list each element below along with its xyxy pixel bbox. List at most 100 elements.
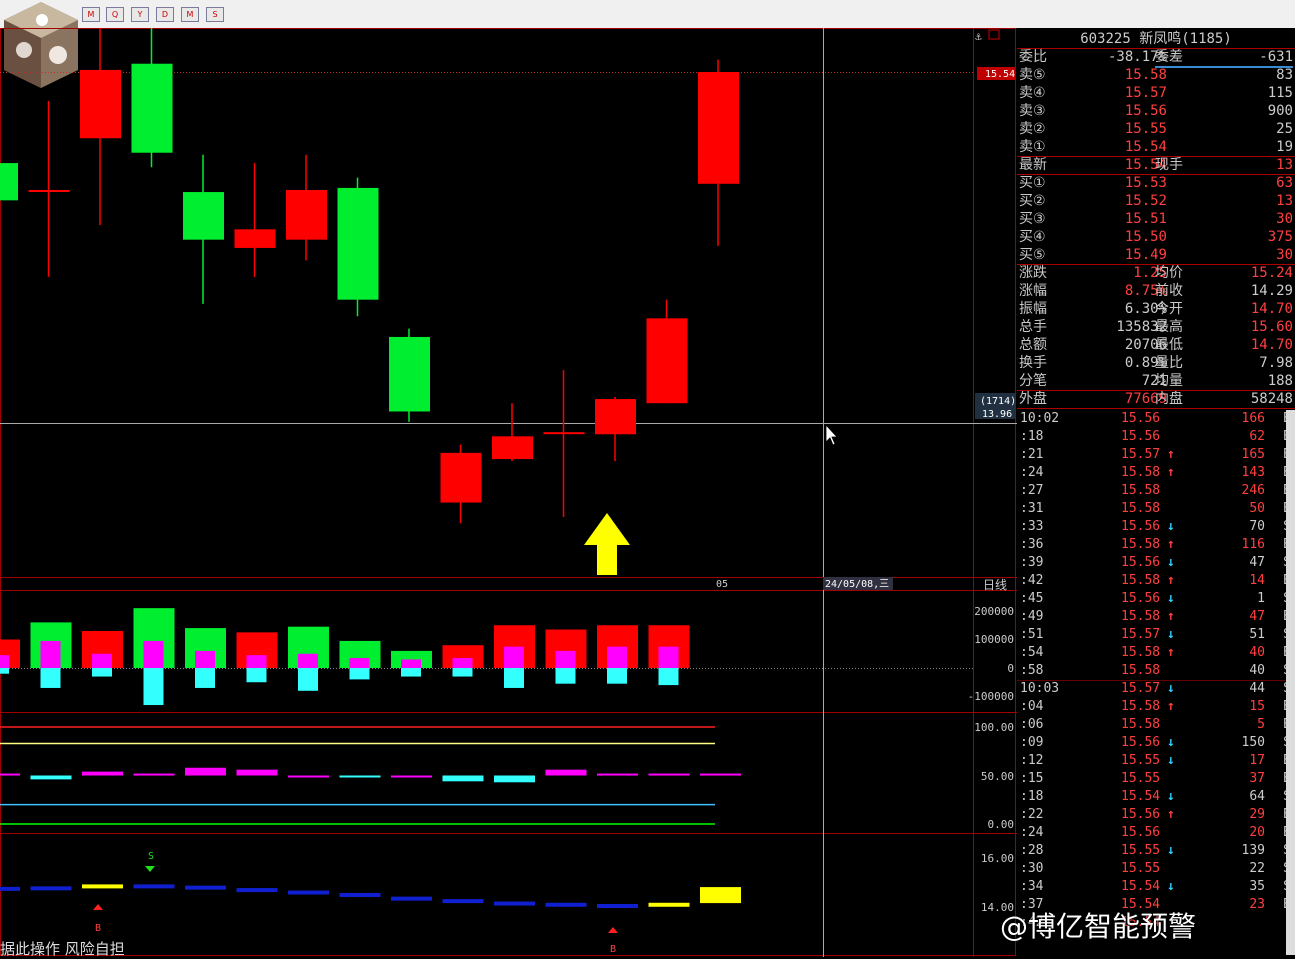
volume-neg-bar	[143, 668, 164, 706]
buy-label: 买①	[1019, 175, 1046, 191]
anchor-icon[interactable]: ⚓	[974, 30, 982, 43]
volume-sub-bar	[658, 646, 679, 668]
stat-label: 量比	[1155, 355, 1183, 371]
tick-volume: 37	[1249, 771, 1265, 786]
buy-volume: 375	[1267, 229, 1293, 245]
ind-tick: 100.00	[974, 721, 1014, 734]
stat-label: 均价	[1155, 265, 1183, 281]
osc-bar	[442, 775, 484, 782]
weibi-row: 委比 -38.17% 委差 -631	[1017, 48, 1295, 66]
osc-bar	[339, 775, 381, 778]
tick-price: 15.57	[1121, 447, 1161, 462]
toolbar-button[interactable]: Y	[131, 7, 149, 22]
period-label[interactable]: 日线	[983, 578, 1007, 592]
tick-row: :3315.56↓70S	[1017, 518, 1295, 536]
tick-price: 15.54	[1121, 879, 1161, 894]
tick-row: :2815.55↓139S	[1017, 842, 1295, 860]
candle-body	[440, 452, 482, 503]
signal-s-icon	[145, 866, 155, 872]
stat-row: 换手 0.89% 量比 7.98	[1017, 354, 1295, 372]
sell-volume: 19	[1276, 139, 1293, 155]
tick-time: :24	[1020, 465, 1044, 480]
tick-volume: 14	[1249, 573, 1265, 588]
top-toolbar: M Q Y D M S	[0, 0, 1295, 28]
tick-price: 15.58	[1121, 537, 1161, 552]
toolbar-button[interactable]: M	[181, 7, 199, 22]
lower-bar	[82, 884, 123, 889]
volume-neg-bar	[195, 668, 215, 688]
candle-body	[28, 189, 70, 192]
osc-bar	[0, 773, 20, 776]
tick-price: 15.58	[1121, 501, 1161, 516]
toolbar-button[interactable]: Q	[106, 7, 124, 22]
tick-arrow: ↓	[1167, 681, 1175, 696]
chart-frames	[0, 28, 1017, 957]
toolbar-button[interactable]: D	[156, 7, 174, 22]
toolbar-button[interactable]: S	[206, 7, 224, 22]
tick-price: 15.58	[1121, 663, 1161, 678]
window-icon[interactable]	[988, 29, 1000, 40]
sell-row: 卖① 15.54 19	[1017, 138, 1295, 156]
candle-body	[0, 163, 18, 201]
volume-neg-bar	[40, 668, 61, 688]
candle-body	[543, 432, 585, 435]
out-label: 外盘	[1019, 391, 1047, 407]
toolbar-button[interactable]: M	[82, 7, 100, 22]
tick-price: 15.58	[1121, 573, 1161, 588]
candle-body	[389, 336, 430, 412]
sell-volume: 900	[1267, 103, 1293, 119]
tick-time: 10:02	[1020, 411, 1060, 426]
tick-arrow: ↓	[1167, 735, 1175, 750]
vol-tick: 200000	[974, 605, 1014, 618]
tick-volume: 116	[1241, 537, 1265, 552]
stock-index: (1185)	[1181, 31, 1232, 47]
tick-row: :3015.5522S	[1017, 860, 1295, 878]
tick-volume: 150	[1241, 735, 1265, 750]
lower-indicator-layer	[0, 884, 741, 908]
tick-row: :2715.58246B	[1017, 482, 1295, 500]
stat-label: 前收	[1155, 283, 1183, 299]
tick-price: 15.56	[1121, 591, 1161, 606]
buy-volume: 13	[1276, 193, 1293, 209]
tick-row: :3615.58↑116B	[1017, 536, 1295, 554]
sell-volume: 83	[1276, 67, 1293, 83]
tick-time: :28	[1020, 843, 1044, 858]
tick-row: :4515.56↓1S	[1017, 590, 1295, 608]
tick-time: :24	[1020, 825, 1044, 840]
stat-value: 7.98	[1259, 355, 1293, 371]
tick-row: :5115.57↓51S	[1017, 626, 1295, 644]
tick-price: 15.55	[1121, 753, 1161, 768]
in-value: 58248	[1250, 391, 1293, 407]
sell-label: 卖⑤	[1019, 67, 1046, 83]
tick-time: :18	[1020, 429, 1044, 444]
tick-volume: 50	[1249, 501, 1265, 516]
sell-price: 15.58	[1124, 67, 1167, 83]
buy-row: 买⑤ 15.49 30	[1017, 246, 1295, 264]
tick-volume: 165	[1241, 447, 1265, 462]
tick-time: :49	[1020, 609, 1044, 624]
stat-row: 涨幅 8.75% 前收 14.29	[1017, 282, 1295, 300]
candle-body	[698, 72, 739, 184]
tick-time: :42	[1020, 573, 1044, 588]
tick-volume: 40	[1249, 663, 1265, 678]
tick-scrollbar[interactable]	[1286, 410, 1295, 955]
kline-chart[interactable]: 15.54 (1714) 13.96 24/05/08,三 05 日线 ⚓ 20…	[0, 28, 1017, 957]
tick-price: 15.58	[1121, 645, 1161, 660]
tick-row: 10:0215.56166B	[1017, 410, 1295, 428]
lower-bar	[236, 888, 278, 893]
stat-row: 振幅 6.30% 今开 14.70	[1017, 300, 1295, 318]
weicha-value: -631	[1259, 49, 1293, 65]
lower-bar	[648, 902, 690, 907]
tick-arrow: ↑	[1167, 573, 1175, 588]
volume-sub-bar	[298, 653, 318, 668]
tick-volume: 5	[1257, 717, 1265, 732]
tick-volume: 1	[1257, 591, 1265, 606]
volume-sub-bar	[195, 650, 215, 668]
stat-label: 总手	[1019, 319, 1047, 335]
last-row: 最新 15.54 现手 13	[1017, 156, 1295, 174]
stat-value: 14.70	[1250, 337, 1293, 353]
volume-neg-bar	[555, 668, 576, 684]
signal-b-icon	[608, 927, 618, 933]
tick-price: 15.58	[1121, 483, 1161, 498]
stock-code: 603225	[1080, 31, 1131, 47]
